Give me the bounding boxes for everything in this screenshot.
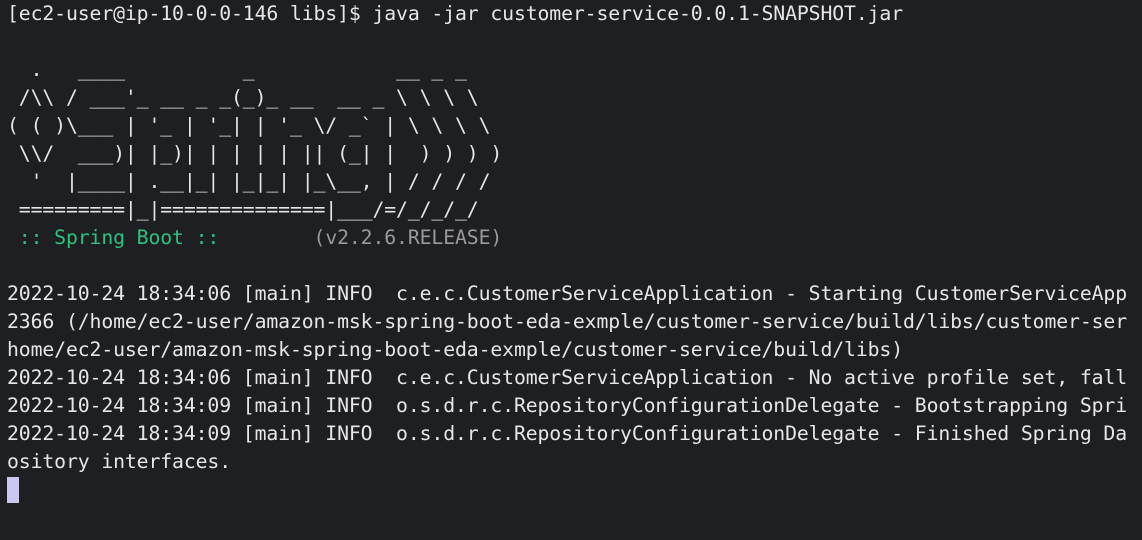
spring-boot-version-line: :: Spring Boot :: (v2.2.6.RELEASE) xyxy=(7,224,1142,252)
cursor-line xyxy=(7,476,1142,504)
log-output: 2022-10-24 18:34:06 [main] INFO c.e.c.Cu… xyxy=(7,280,1142,476)
log-line: 2366 (/home/ec2-user/amazon-msk-spring-b… xyxy=(7,310,1127,333)
command-prompt-line: [ec2-user@ip-10-0-0-146 libs]$ java -jar… xyxy=(7,2,903,25)
spring-ascii-banner: . ____ _ __ _ _ /\\ / ___'_ __ _ _(_)_ _… xyxy=(7,56,1142,252)
spring-boot-version: (v2.2.6.RELEASE) xyxy=(231,226,503,249)
banner-line: ' |____| .__|_| |_|_| |_\__, | / / / / xyxy=(7,170,491,193)
banner-line: ( ( )\___ | '_ | '_| | '_ \/ _` | \ \ \ … xyxy=(7,114,491,137)
banner-line: =========|_|==============|___/=/_/_/_/ xyxy=(7,198,479,221)
log-line: 2022-10-24 18:34:06 [main] INFO c.e.c.Cu… xyxy=(7,366,1127,389)
banner-line: . ____ _ __ _ _ xyxy=(7,58,467,81)
banner-line: /\\ / ___'_ __ _ _(_)_ __ __ _ \ \ \ \ xyxy=(7,86,479,109)
log-line: 2022-10-24 18:34:06 [main] INFO c.e.c.Cu… xyxy=(7,282,1127,305)
log-line: ository interfaces. xyxy=(7,450,231,473)
log-line: 2022-10-24 18:34:09 [main] INFO o.s.d.r.… xyxy=(7,422,1127,445)
log-line: 2022-10-24 18:34:09 [main] INFO o.s.d.r.… xyxy=(7,394,1127,417)
terminal-cursor xyxy=(7,477,19,503)
banner-line: \\/ ___)| |_)| | | | | || (_| | ) ) ) ) xyxy=(7,142,503,165)
spring-boot-label: :: Spring Boot :: xyxy=(7,226,231,249)
log-line: home/ec2-user/amazon-msk-spring-boot-eda… xyxy=(7,338,903,361)
terminal-window[interactable]: [ec2-user@ip-10-0-0-146 libs]$ java -jar… xyxy=(0,0,1142,540)
